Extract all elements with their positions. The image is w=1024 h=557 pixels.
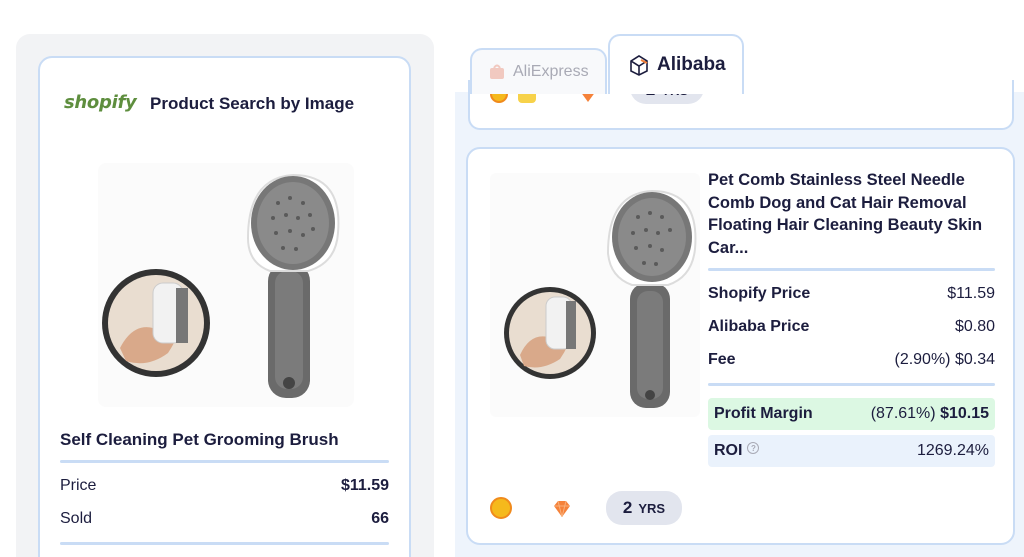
tab-alibaba[interactable]: Alibaba [608,34,744,94]
price-label: Price [60,477,97,494]
divider [708,268,995,271]
tab-label: Alibaba [657,54,726,75]
divider [708,383,995,386]
sold-row: Sold 66 [60,510,389,528]
profit-margin-percent: (87.61%) [870,405,936,422]
product-image[interactable] [490,173,700,417]
price-value: $11.59 [340,477,389,494]
fee-row: Fee (2.90%) $0.34 [708,351,995,369]
years-badge: 2 YRS [606,491,682,525]
roi-row: ROI? 1269.24% [708,435,995,467]
profit-margin-row: Profit Margin (87.61%) $10.15 [708,398,995,430]
roi-label-group: ROI? [714,442,760,460]
years-unit: YRS [638,500,666,516]
tab-label: AliExpress [513,63,589,80]
shopify-logo: shopify [64,92,137,113]
product-name: Self Cleaning Pet Grooming Brush [60,430,339,449]
alibaba-price-row: Alibaba Price $0.80 [708,318,995,336]
aliexpress-icon [490,64,504,79]
alibaba-price-value: $0.80 [954,318,995,335]
help-icon[interactable]: ? [747,442,760,454]
shopify-price-label: Shopify Price [708,285,811,302]
alibaba-icon [630,55,648,76]
price-row: Price $11.59 [60,477,389,495]
fee-value: (2.90%) $0.34 [894,351,995,368]
product-image[interactable] [98,163,354,407]
years-number: 2 [622,498,633,517]
divider [60,542,389,545]
panel-title: Product Search by Image [150,94,355,113]
roi-value: 1269.24% [916,442,989,459]
shopify-product-card: shopify Product Search by Image Self Cle… [38,56,411,557]
shopify-price-row: Shopify Price $11.59 [708,285,995,303]
shopify-price-value: $11.59 [947,285,995,302]
fee-label: Fee [708,351,736,368]
sold-value: 66 [371,510,389,527]
alibaba-result-card[interactable]: Pet Comb Stainless Steel Needle Comb Dog… [466,147,1015,545]
sold-label: Sold [60,510,93,527]
profit-margin-amount: $10.15 [940,405,989,422]
profit-margin-value: (87.61%) $10.15 [871,405,989,423]
tab-aliexpress[interactable]: AliExpress [470,48,607,94]
alibaba-price-label: Alibaba Price [708,318,810,335]
gold-supplier-icon[interactable] [490,497,512,519]
divider [60,460,389,463]
profit-margin-label: Profit Margin [714,405,813,422]
diamond-icon[interactable] [552,501,572,517]
roi-label: ROI [714,442,743,459]
product-name[interactable]: Pet Comb Stainless Steel Needle Comb Dog… [708,169,998,259]
